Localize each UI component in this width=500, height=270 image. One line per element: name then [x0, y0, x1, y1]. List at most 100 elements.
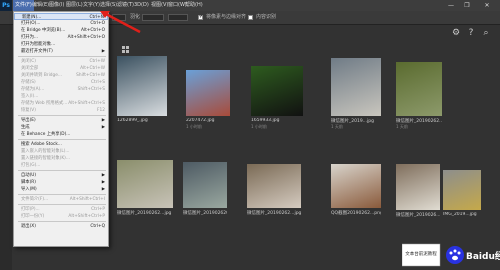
file-menu-item[interactable]: 打开(O)... Ctrl+O: [14, 20, 108, 27]
file-menu-item[interactable]: 关闭并转到 Bridge... Shift+Ctrl+W: [14, 72, 108, 79]
recent-file-thumbnail[interactable]: 微信图片_20190262...jpg: [117, 160, 173, 222]
snap-pixels-checkbox[interactable]: [198, 14, 203, 20]
file-menu-item-shortcut: Ctrl+S: [91, 80, 105, 85]
content-aware-checkbox[interactable]: [248, 15, 253, 20]
file-menu-item[interactable]: 打包(G)...: [14, 162, 108, 169]
file-menu-item[interactable]: 打印一份(Y) Alt+Shift+Ctrl+P: [14, 213, 108, 220]
file-menu-item[interactable]: 搜索 Adobe Stock...: [14, 141, 108, 148]
file-menu-item[interactable]: 存储为 Web 所用格式... Alt+Shift+Ctrl+S: [14, 100, 108, 107]
file-menu-item[interactable]: 退出(X) Ctrl+Q: [14, 223, 108, 230]
close-button[interactable]: ✕: [476, 0, 498, 11]
thumbnail-filename: 微信图片_20190262024...jpg: [183, 211, 227, 216]
help-icon[interactable]: ?: [466, 28, 476, 38]
menu-separator: [18, 194, 106, 195]
file-menu-item-label: 签入(I)...: [21, 94, 39, 99]
recent-file-thumbnail[interactable]: IMG_2019...jpg: [443, 170, 481, 224]
file-menu-item-shortcut: Ctrl+P: [91, 207, 105, 212]
recent-file-thumbnail[interactable]: 1262899_.jpg: [117, 56, 167, 130]
recent-file-thumbnail[interactable]: 微信图片_20190262024...jpg: [183, 162, 227, 222]
thumbnail-image: [396, 164, 440, 210]
file-menu-item-shortcut: Ctrl+Q: [90, 224, 105, 229]
search-icon[interactable]: ⌕: [481, 28, 491, 38]
minimize-button[interactable]: —: [444, 0, 458, 11]
file-menu-item[interactable]: 导出(E) ▶: [14, 117, 108, 124]
file-menu-item-shortcut: Shift+Ctrl+S: [77, 87, 105, 92]
feather-input[interactable]: [142, 14, 164, 21]
menu-bar: Ps 文件(F) 编辑(E) 图像(I) 图层(L) 文字(Y) 选择(S) 滤镜(T) 3D…: [0, 0, 500, 11]
feather-label: 羽化: [130, 14, 141, 20]
file-menu-item-label: 打开为...: [21, 35, 38, 40]
file-menu-item-label: 存储(S): [21, 80, 36, 85]
grid-view-icon[interactable]: [122, 46, 130, 54]
file-menu-item[interactable]: 导入(M) ▶: [14, 186, 108, 193]
file-menu-item-label: 打开(O)...: [21, 21, 41, 26]
recent-file-thumbnail[interactable]: 微信图片_2019026...jpg: [396, 164, 440, 224]
thumbnail-image: [186, 70, 230, 116]
thumbnail-date: 1 天前: [331, 124, 343, 129]
gear-icon[interactable]: ⚙: [451, 28, 461, 38]
thumbnail-image: [396, 62, 442, 116]
file-menu-item-shortcut: Alt+Ctrl+W: [80, 66, 105, 71]
submenu-arrow-icon: ▶: [101, 125, 105, 130]
maximize-button[interactable]: ❐: [460, 0, 474, 11]
thumbnail-image: [331, 58, 381, 116]
file-menu-item-label: 关闭(C): [21, 59, 36, 64]
thumbnail-filename: 2207472.jpg: [186, 118, 215, 123]
thumbnail-image: [183, 162, 227, 208]
file-menu-item-label: 存储为(A)...: [21, 87, 45, 92]
thumbnail-image: [247, 164, 301, 208]
file-menu-item-shortcut: Alt+Shift+Ctrl+P: [68, 214, 105, 219]
tools-panel: [0, 25, 12, 270]
recent-file-thumbnail[interactable]: QQ截图20190262...png: [331, 164, 381, 222]
file-menu-item[interactable]: 恢复(V) F12: [14, 107, 108, 114]
file-menu-item-label: 退出(X): [21, 224, 36, 229]
file-menu-item[interactable]: 打开为... Alt+Shift+Ctrl+O: [14, 34, 108, 41]
recent-file-thumbnail[interactable]: 2207472.jpg 1 小时前: [186, 70, 230, 130]
menu-10[interactable]: 帮助(H): [183, 0, 205, 11]
file-menu-item-label: 恢复(V): [21, 108, 36, 113]
content-aware-label: 内容识别: [256, 14, 277, 20]
file-menu-item[interactable]: 自动(U) ▶: [14, 172, 108, 179]
file-menu-item[interactable]: 置入链接的智能对象(K)...: [14, 155, 108, 162]
thumbnail-date: 1 小时前: [186, 124, 202, 129]
recent-file-thumbnail[interactable]: 微信图片_2019...jpg 1 天前: [331, 58, 381, 130]
thumbnail-date: 1 天前: [396, 124, 408, 129]
file-menu-item[interactable]: 关闭全部 Alt+Ctrl+W: [14, 65, 108, 72]
file-menu-item[interactable]: 脚本(R) ▶: [14, 179, 108, 186]
file-menu-item[interactable]: 置入嵌入的智能对象(L)...: [14, 148, 108, 155]
mode-dropdown[interactable]: [168, 14, 188, 21]
file-menu-item[interactable]: 打印(P)... Ctrl+P: [14, 206, 108, 213]
file-menu-item[interactable]: 签入(I)...: [14, 93, 108, 100]
file-menu-item[interactable]: 存储为(A)... Shift+Ctrl+S: [14, 86, 108, 93]
thumbnail-filename: IMG_2019...jpg: [443, 212, 477, 217]
file-menu-item-label: 自动(U): [21, 173, 37, 178]
thumbnail-image: [117, 56, 167, 116]
recent-file-thumbnail[interactable]: 微信图片_20190262...jpg1 天前: [396, 62, 442, 130]
file-menu-item[interactable]: 在 Behance 上共享(D)...: [14, 131, 108, 138]
file-menu-item[interactable]: 关闭(C) Ctrl+W: [14, 58, 108, 65]
menu-separator: [18, 170, 106, 171]
file-menu-item-label: 生成: [21, 125, 30, 130]
file-menu-item[interactable]: 存储(S) Ctrl+S: [14, 79, 108, 86]
menu-separator: [18, 221, 106, 222]
tool-preset-dropdown[interactable]: [112, 14, 126, 21]
file-menu-item[interactable]: 文件简介(F)... Alt+Shift+Ctrl+I: [14, 196, 108, 203]
file-menu-item[interactable]: 新建(N)... Ctrl+N: [14, 13, 108, 20]
paw-icon: [446, 246, 464, 264]
file-menu-item[interactable]: 在 Bridge 中浏览(B)... Alt+Ctrl+O: [14, 27, 108, 34]
file-menu-item[interactable]: 打开为智能对象...: [14, 41, 108, 48]
watermark-caption: 文本台前泥教程: [405, 252, 437, 257]
thumbnail-filename: 1659933.jpg: [251, 118, 280, 123]
file-menu-item-shortcut: Ctrl+W: [89, 59, 106, 64]
watermark: 文本台前泥教程 Baidu经验: [401, 242, 500, 268]
file-menu-item-label: 存储为 Web 所用格式...: [21, 101, 68, 106]
file-menu-item[interactable]: 生成 ▶: [14, 124, 108, 131]
recent-file-thumbnail[interactable]: 微信图片_20190262...jpg: [247, 164, 301, 222]
menu-7[interactable]: 3D(D): [132, 0, 151, 11]
menu-separator: [18, 204, 106, 205]
recent-file-thumbnail[interactable]: 1659933.jpg 1 小时前: [251, 66, 303, 130]
photoshop-logo: Ps: [0, 0, 12, 11]
thumbnail-filename: 微信图片_2019026...jpg: [396, 213, 440, 218]
file-menu-item-label: 文件简介(F)...: [21, 197, 49, 202]
file-menu-item[interactable]: 最近打开文件(T) ▶: [14, 48, 108, 55]
